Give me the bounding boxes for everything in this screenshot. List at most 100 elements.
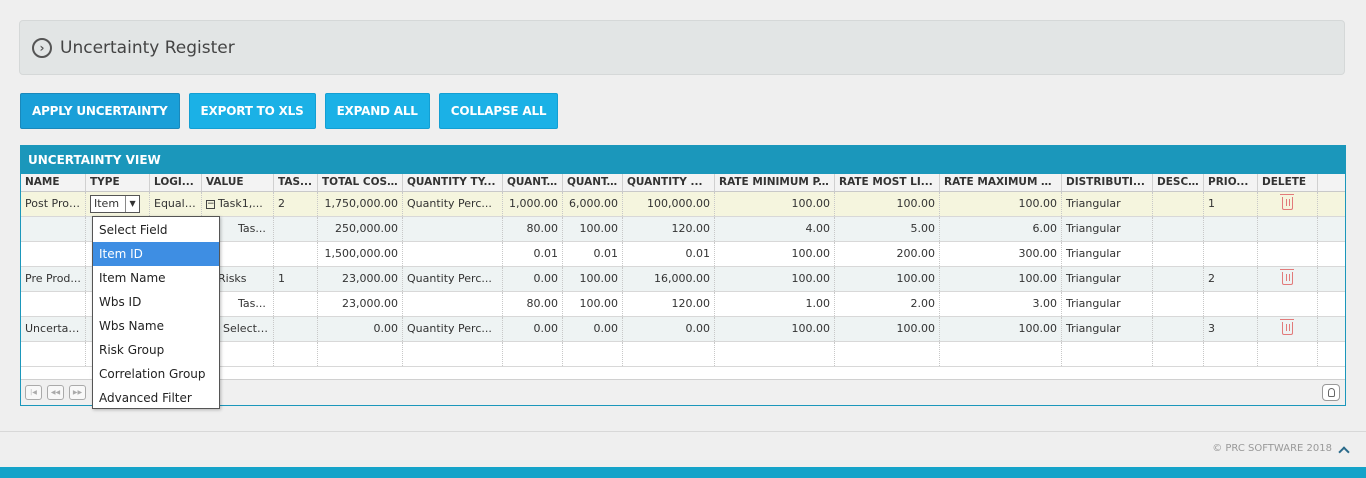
- trash-icon[interactable]: [1280, 269, 1294, 285]
- cell-rate-max[interactable]: 300.00: [940, 242, 1062, 266]
- cell-total-cost[interactable]: 1,500,000.00: [318, 242, 403, 266]
- cell-rate-max[interactable]: 100.00: [940, 267, 1062, 291]
- cell-priority[interactable]: 3: [1204, 317, 1258, 341]
- column-header-description[interactable]: DESC...: [1153, 174, 1204, 191]
- title-panel[interactable]: › Uncertainty Register: [19, 20, 1345, 75]
- cell-rate-max[interactable]: [940, 342, 1062, 366]
- cell-task-count[interactable]: 1: [274, 267, 318, 291]
- collapse-all-button[interactable]: COLLAPSE ALL: [438, 93, 559, 129]
- table-row[interactable]: Post Prod... Item ▼ Equal ... − Task1,... 2 1,7…: [21, 192, 1345, 217]
- cell-name[interactable]: [21, 217, 86, 241]
- type-select[interactable]: Item ▼: [90, 195, 141, 213]
- cell-rate-most[interactable]: 100.00: [835, 192, 940, 216]
- cell-total-cost[interactable]: 23,000.00: [318, 292, 403, 316]
- cell-priority[interactable]: 1: [1204, 192, 1258, 216]
- cell-priority[interactable]: [1204, 217, 1258, 241]
- dropdown-option[interactable]: Risk Group: [93, 338, 219, 362]
- cell-quantity-type[interactable]: [403, 242, 503, 266]
- cell-rate-min[interactable]: 100.00: [715, 317, 835, 341]
- cell-quantity-max[interactable]: 120.00: [623, 292, 715, 316]
- cell-description[interactable]: [1153, 317, 1204, 341]
- cell-rate-most[interactable]: 2.00: [835, 292, 940, 316]
- cell-distribution[interactable]: Triangular: [1062, 267, 1153, 291]
- cell-quantity-min[interactable]: 0.01: [503, 242, 563, 266]
- cell-priority[interactable]: [1204, 242, 1258, 266]
- cell-delete[interactable]: [1258, 192, 1318, 216]
- cell-priority[interactable]: [1204, 292, 1258, 316]
- cell-total-cost[interactable]: 250,000.00: [318, 217, 403, 241]
- cell-quantity-type[interactable]: Quantity Perc...: [403, 267, 503, 291]
- cell-quantity-type[interactable]: Quantity Perc...: [403, 192, 503, 216]
- cell-distribution[interactable]: Triangular: [1062, 192, 1153, 216]
- column-header-rate-max[interactable]: RATE MAXIMUM P...: [940, 174, 1062, 191]
- collapse-icon[interactable]: −: [206, 199, 215, 209]
- column-header-priority[interactable]: PRIO...: [1204, 174, 1258, 191]
- column-header-rate-most[interactable]: RATE MOST LI...: [835, 174, 940, 191]
- cell-rate-max[interactable]: 100.00: [940, 192, 1062, 216]
- cell-delete[interactable]: [1258, 292, 1318, 316]
- column-header-quantity-most[interactable]: QUANT...: [563, 174, 623, 191]
- cell-quantity-max[interactable]: 0.00: [623, 317, 715, 341]
- cell-quantity-min[interactable]: 1,000.00: [503, 192, 563, 216]
- cell-description[interactable]: [1153, 292, 1204, 316]
- cell-quantity-max[interactable]: [623, 342, 715, 366]
- cell-delete[interactable]: [1258, 342, 1318, 366]
- cell-quantity-min[interactable]: 0.00: [503, 317, 563, 341]
- cell-delete[interactable]: [1258, 242, 1318, 266]
- cell-distribution[interactable]: Triangular: [1062, 242, 1153, 266]
- cell-rate-min[interactable]: 4.00: [715, 217, 835, 241]
- type-field-dropdown[interactable]: Select Field Item ID Item Name Wbs ID Wbs Na…: [92, 216, 220, 409]
- column-header-quantity-type[interactable]: QUANTITY TY...: [403, 174, 503, 191]
- cell-name[interactable]: [21, 242, 86, 266]
- cell-value[interactable]: − Task1,...: [202, 192, 274, 216]
- cell-quantity-max[interactable]: 0.01: [623, 242, 715, 266]
- column-header-quantity-min[interactable]: QUANT...: [503, 174, 563, 191]
- first-page-icon[interactable]: |◀: [25, 385, 42, 400]
- prev-page-icon[interactable]: ◀◀: [47, 385, 64, 400]
- cell-name[interactable]: [21, 292, 86, 316]
- cell-task-count[interactable]: 2: [274, 192, 318, 216]
- dropdown-option[interactable]: Item Name: [93, 266, 219, 290]
- cell-quantity-most[interactable]: 6,000.00: [563, 192, 623, 216]
- cell-quantity-min[interactable]: 80.00: [503, 217, 563, 241]
- cell-task-count[interactable]: [274, 242, 318, 266]
- cell-task-count[interactable]: [274, 342, 318, 366]
- cell-rate-most[interactable]: 200.00: [835, 242, 940, 266]
- cell-quantity-most[interactable]: [563, 342, 623, 366]
- apply-uncertainty-button[interactable]: APPLY UNCERTAINTY: [20, 93, 180, 129]
- dropdown-option[interactable]: Correlation Group: [93, 362, 219, 386]
- cell-quantity-min[interactable]: 80.00: [503, 292, 563, 316]
- cell-quantity-type[interactable]: [403, 342, 503, 366]
- cell-quantity-most[interactable]: 0.01: [563, 242, 623, 266]
- cell-distribution[interactable]: Triangular: [1062, 292, 1153, 316]
- cell-rate-max[interactable]: 6.00: [940, 217, 1062, 241]
- dropdown-option[interactable]: Wbs Name: [93, 314, 219, 338]
- trash-icon[interactable]: [1280, 194, 1294, 210]
- cell-description[interactable]: [1153, 342, 1204, 366]
- cell-quantity-max[interactable]: 120.00: [623, 217, 715, 241]
- cell-delete[interactable]: [1258, 317, 1318, 341]
- dropdown-option[interactable]: Select Field: [93, 218, 219, 242]
- cell-quantity-type[interactable]: Quantity Perc...: [403, 317, 503, 341]
- cell-quantity-most[interactable]: 100.00: [563, 217, 623, 241]
- cell-task-count[interactable]: [274, 217, 318, 241]
- cell-total-cost[interactable]: 1,750,000.00: [318, 192, 403, 216]
- chevron-right-circle-icon[interactable]: ›: [32, 37, 52, 58]
- cell-quantity-max[interactable]: 16,000.00: [623, 267, 715, 291]
- trash-icon[interactable]: [1280, 319, 1294, 335]
- lightbulb-icon[interactable]: [1322, 384, 1340, 401]
- column-header-type[interactable]: TYPE: [86, 174, 150, 191]
- cell-rate-max[interactable]: 100.00: [940, 317, 1062, 341]
- cell-quantity-most[interactable]: 0.00: [563, 317, 623, 341]
- cell-quantity-max[interactable]: 100,000.00: [623, 192, 715, 216]
- cell-delete[interactable]: [1258, 217, 1318, 241]
- column-header-logic[interactable]: LOGI...: [150, 174, 202, 191]
- column-header-total-cost[interactable]: TOTAL COS...: [318, 174, 403, 191]
- column-header-distribution[interactable]: DISTRIBUTI...: [1062, 174, 1153, 191]
- dropdown-option[interactable]: Advanced Filter: [93, 386, 219, 410]
- cell-total-cost[interactable]: 23,000.00: [318, 267, 403, 291]
- cell-distribution[interactable]: Triangular: [1062, 317, 1153, 341]
- cell-logic[interactable]: Equal ...: [150, 192, 202, 216]
- cell-name[interactable]: Post Prod...: [21, 192, 86, 216]
- cell-name[interactable]: Uncertai...: [21, 317, 86, 341]
